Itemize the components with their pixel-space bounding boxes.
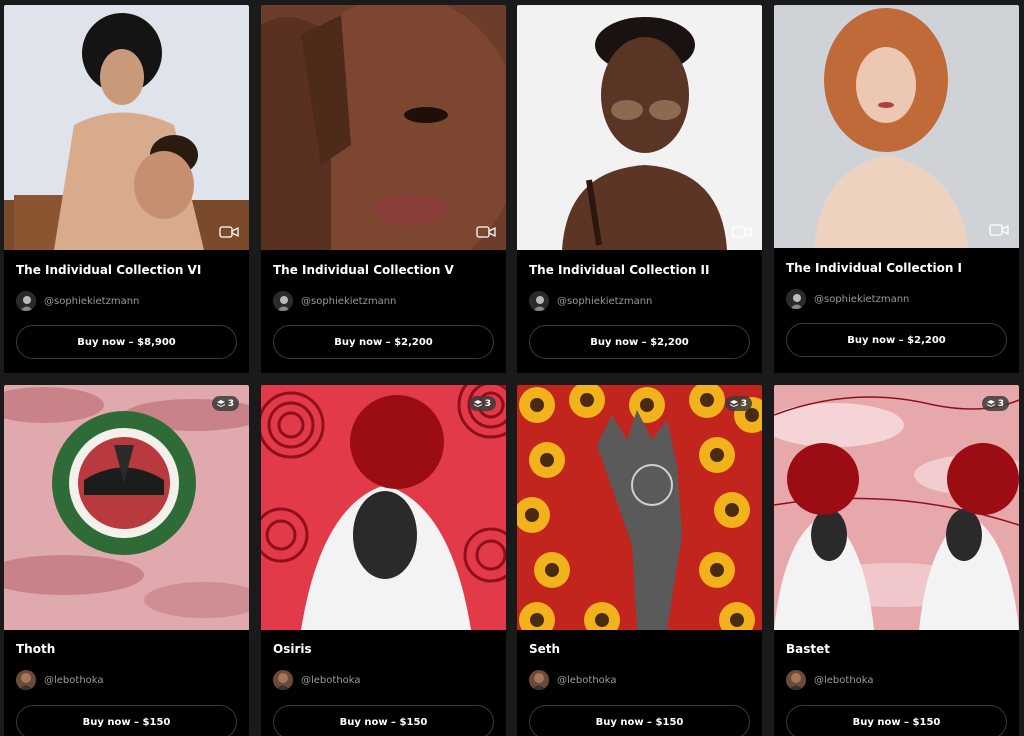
creator-handle: @lebothoka: [814, 674, 874, 686]
stack-icon: [473, 399, 482, 407]
avatar: [16, 670, 36, 690]
avatar: [273, 670, 293, 690]
card-title[interactable]: The Individual Collection V: [273, 263, 454, 277]
video-camera-icon: [989, 224, 1009, 236]
card-title[interactable]: The Individual Collection II: [529, 263, 710, 277]
edition-count: 3: [227, 398, 234, 409]
edition-badge: 3: [211, 396, 239, 411]
creator-handle: @lebothoka: [301, 674, 361, 686]
artwork-collage: [261, 385, 506, 630]
buy-now-button[interactable]: Buy now – $150: [273, 705, 494, 736]
stack-icon: [216, 399, 225, 407]
card-title[interactable]: Thoth: [16, 642, 55, 656]
nft-card[interactable]: 3 Bastet @lebothoka Buy now – $150: [774, 385, 1019, 736]
creator-handle: @lebothoka: [44, 674, 104, 686]
edition-count: 3: [997, 398, 1004, 409]
artwork-collage: [517, 385, 762, 630]
buy-now-button[interactable]: Buy now – $2,200: [786, 323, 1007, 357]
edition-count: 3: [740, 398, 747, 409]
creator-link[interactable]: @sophiekietzmann: [529, 291, 652, 311]
nft-grid: The Individual Collection VI @sophiekiet…: [0, 0, 1024, 736]
edition-badge: 3: [468, 396, 496, 411]
creator-handle: @sophiekietzmann: [44, 295, 140, 307]
creator-link[interactable]: @sophiekietzmann: [273, 291, 396, 311]
buy-now-button[interactable]: Buy now – $150: [786, 705, 1007, 736]
artwork-image[interactable]: 3: [261, 385, 506, 630]
nft-card[interactable]: The Individual Collection V @sophiekietz…: [261, 5, 506, 373]
edition-badge: 3: [724, 396, 752, 411]
creator-link[interactable]: @lebothoka: [529, 670, 617, 690]
creator-handle: @sophiekietzmann: [814, 293, 910, 305]
card-title[interactable]: Seth: [529, 642, 560, 656]
nft-card[interactable]: The Individual Collection I @sophiekietz…: [774, 5, 1019, 373]
video-camera-icon: [219, 226, 239, 238]
stack-icon: [986, 399, 995, 407]
artwork-portrait: [517, 5, 762, 250]
edition-badge: 3: [981, 396, 1009, 411]
buy-now-button[interactable]: Buy now – $8,900: [16, 325, 237, 359]
artwork-image[interactable]: 3: [4, 385, 249, 630]
avatar: [273, 291, 293, 311]
creator-link[interactable]: @sophiekietzmann: [16, 291, 139, 311]
buy-now-button[interactable]: Buy now – $2,200: [529, 325, 750, 359]
creator-link[interactable]: @sophiekietzmann: [786, 289, 909, 309]
creator-link[interactable]: @lebothoka: [16, 670, 104, 690]
buy-now-button[interactable]: Buy now – $2,200: [273, 325, 494, 359]
stack-icon: [729, 399, 738, 407]
nft-card[interactable]: The Individual Collection II @sophiekiet…: [517, 5, 762, 373]
artwork-image[interactable]: [261, 5, 506, 250]
nft-card[interactable]: 3 Osiris @lebothoka Buy now – $150: [261, 385, 506, 736]
card-title[interactable]: The Individual Collection I: [786, 261, 962, 275]
video-camera-icon: [732, 226, 752, 238]
creator-handle: @sophiekietzmann: [301, 295, 397, 307]
avatar: [529, 291, 549, 311]
artwork-collage: [774, 385, 1019, 630]
avatar: [786, 289, 806, 309]
creator-handle: @sophiekietzmann: [557, 295, 653, 307]
artwork-image[interactable]: 3: [517, 385, 762, 630]
artwork-portrait: [4, 5, 249, 250]
artwork-image[interactable]: 3: [774, 385, 1019, 630]
artwork-portrait: [774, 5, 1019, 248]
card-title[interactable]: Bastet: [786, 642, 830, 656]
artwork-image[interactable]: [4, 5, 249, 250]
creator-link[interactable]: @lebothoka: [273, 670, 361, 690]
avatar: [786, 670, 806, 690]
nft-card[interactable]: 3 Seth @lebothoka Buy now – $150: [517, 385, 762, 736]
nft-card[interactable]: 3 Thoth @lebothoka Buy now – $150: [4, 385, 249, 736]
creator-handle: @lebothoka: [557, 674, 617, 686]
nft-card[interactable]: The Individual Collection VI @sophiekiet…: [4, 5, 249, 373]
video-camera-icon: [476, 226, 496, 238]
artwork-image[interactable]: [517, 5, 762, 250]
artwork-portrait: [261, 5, 506, 250]
buy-now-button[interactable]: Buy now – $150: [529, 705, 750, 736]
avatar: [16, 291, 36, 311]
card-title[interactable]: The Individual Collection VI: [16, 263, 201, 277]
artwork-collage: [4, 385, 249, 630]
creator-link[interactable]: @lebothoka: [786, 670, 874, 690]
edition-count: 3: [484, 398, 491, 409]
card-title[interactable]: Osiris: [273, 642, 312, 656]
avatar: [529, 670, 549, 690]
buy-now-button[interactable]: Buy now – $150: [16, 705, 237, 736]
artwork-image[interactable]: [774, 5, 1019, 248]
